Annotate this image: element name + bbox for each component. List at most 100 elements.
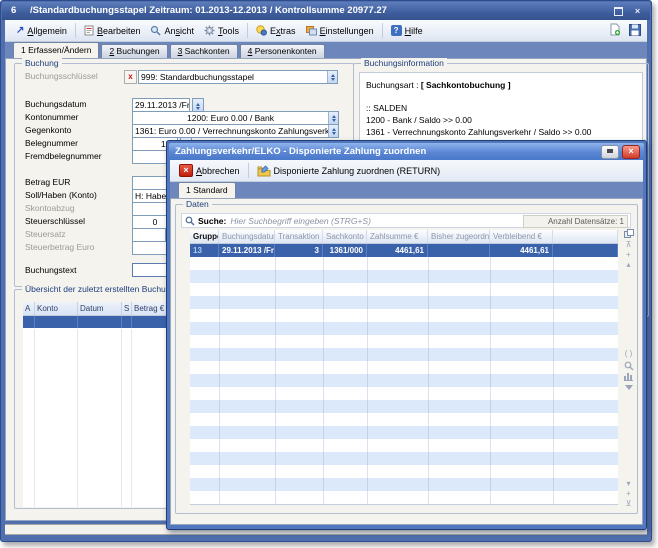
main-titlebar: 6 /Standardbuchungsstapel Zeitraum: 01.2… xyxy=(2,2,650,20)
payments-table-body[interactable] xyxy=(190,257,618,505)
tab-sachkonten[interactable]: 3 Sachkonten xyxy=(170,44,238,58)
label-steuerbetrag: Steuerbetrag Euro xyxy=(25,242,94,252)
daten-group: Daten Suche: Hier Suchbegriff eingeben (… xyxy=(175,204,638,514)
scroll-down-icon[interactable]: ▾ xyxy=(622,479,635,488)
label-gegenkonto: Gegenkonto xyxy=(25,125,71,135)
gegenkonto-select[interactable]: 1361: Euro 0.00 / Verrechnungskonto Zahl… xyxy=(132,124,339,138)
payments-table-header: Gruppe Buchungsdatum Transaktion Sachkon… xyxy=(190,230,618,244)
search-label: Suche: xyxy=(198,216,226,226)
search-placeholder: Hier Suchbegriff eingeben (STRG+S) xyxy=(230,216,371,226)
dialog-window: Zahlungsverkehr/ELKO - Disponierte Zahlu… xyxy=(166,140,647,530)
spinner-icon[interactable] xyxy=(327,71,337,83)
group-title: Daten xyxy=(183,199,212,209)
clear-icon[interactable]: x xyxy=(124,70,137,84)
col-konto[interactable]: Konto xyxy=(35,302,78,315)
col-gruppe[interactable]: Gruppe xyxy=(190,230,219,243)
search-bar[interactable]: Suche: Hier Suchbegriff eingeben (STRG+S… xyxy=(181,213,631,228)
help-icon: ? xyxy=(391,25,402,36)
label-buchungsdatum: Buchungsdatum xyxy=(25,99,86,109)
label-skontoabzug: Skontoabzug xyxy=(25,203,75,213)
main-menubar: ↗ Allgemein Bearbeiten Ansicht Tools Ext… xyxy=(5,20,647,42)
col-a[interactable]: A xyxy=(23,302,35,315)
dialog-close-icon[interactable]: × xyxy=(622,145,640,159)
col-zahlsumme[interactable]: Zahlsumme € xyxy=(367,230,428,243)
label-buchungsschluessel: Buchungsschlüssel xyxy=(25,71,98,81)
col-s[interactable]: S xyxy=(122,302,132,315)
brackets-icon[interactable]: ( ) xyxy=(622,349,635,358)
payments-table: Gruppe Buchungsdatum Transaktion Sachkon… xyxy=(190,230,618,505)
filter-icon[interactable] xyxy=(622,383,635,392)
screen: 6 /Standardbuchungsstapel Zeitraum: 01.2… xyxy=(0,0,658,548)
label-kontonummer: Kontonummer xyxy=(25,112,78,122)
assign-payment-button[interactable]: Disponierte Zahlung zuordnen (RETURN) xyxy=(252,163,446,179)
toolbar-separator xyxy=(382,23,383,38)
col-datum[interactable]: Datum xyxy=(78,302,122,315)
abort-icon: × xyxy=(179,164,193,177)
extras-icon xyxy=(256,25,267,36)
label-buchungstext: Buchungstext xyxy=(25,265,77,275)
assign-icon xyxy=(257,165,271,177)
shade-icon[interactable] xyxy=(601,145,619,159)
spinner-icon[interactable] xyxy=(328,125,338,137)
toolbar-separator xyxy=(75,23,76,38)
col-verbleibend[interactable]: Verbleibend € xyxy=(490,230,553,243)
menu-item-allgemein[interactable]: ↗ Allgemein xyxy=(11,24,72,38)
dialog-tabstrip: 1 Standard xyxy=(170,182,643,198)
arrow-ne-icon: ↗ xyxy=(16,26,24,36)
menu-item-einstellungen[interactable]: Einstellungen xyxy=(301,23,379,38)
new-document-icon[interactable] xyxy=(609,23,621,36)
cell-gruppe: 13 xyxy=(190,244,219,257)
menu-item-hilfe[interactable]: ? Hilfe xyxy=(386,23,428,38)
group-title: Buchung xyxy=(22,58,62,68)
main-tabstrip: 1 Erfassen/Ändern 2 Buchungen 3 Sachkont… xyxy=(5,42,647,58)
col-sachkonto[interactable]: Sachkonto xyxy=(323,230,367,243)
steuersatz-input[interactable] xyxy=(132,228,166,242)
buchungsdatum-input[interactable]: 29.11.2013 /Fr xyxy=(132,98,190,112)
record-count: Anzahl Datensätze: 1 xyxy=(523,215,628,228)
col-transaktion[interactable]: Transaktion xyxy=(275,230,323,243)
label-belegnummer: Belegnummer xyxy=(25,138,78,148)
chart-icon[interactable] xyxy=(622,372,635,383)
tab-personenkonten[interactable]: 4 Personenkonten xyxy=(240,44,325,58)
label-fremdbelegnummer: Fremdbelegnummer xyxy=(25,151,102,161)
cell-buchungsdatum: 29.11.2013 /Fr xyxy=(219,244,275,257)
scroll-top-icon[interactable]: ⊼ xyxy=(622,240,635,249)
search-icon xyxy=(185,216,195,226)
abort-button[interactable]: × Abbrechen xyxy=(174,162,245,179)
col-buchungsdatum[interactable]: Buchungsdatum xyxy=(219,230,275,243)
close-icon[interactable]: × xyxy=(631,5,644,17)
assign-payment-label: Disponierte Zahlung zuordnen (RETURN) xyxy=(274,166,441,176)
cell-zahlsumme: 4461,61 xyxy=(367,244,428,257)
restore-icon[interactable] xyxy=(612,5,625,17)
scroll-page-up-icon[interactable]: + xyxy=(622,250,635,259)
buchungsschluessel-select[interactable]: 999: Standardbuchungsstapel xyxy=(138,70,338,84)
save-icon[interactable] xyxy=(629,24,641,36)
kontonummer-select[interactable]: 1200: Euro 0.00 / Bank xyxy=(132,111,339,125)
cell-sachkonto: 1361/000 xyxy=(323,244,367,257)
label-soll-haben: Soll/Haben (Konto) xyxy=(25,190,97,200)
tab-standard[interactable]: 1 Standard xyxy=(178,182,236,198)
menu-item-tools[interactable]: Tools xyxy=(199,23,244,38)
label-betrag-eur: Betrag EUR xyxy=(25,177,70,187)
gear-icon xyxy=(204,25,215,36)
menu-item-extras[interactable]: Extras xyxy=(251,23,301,38)
menu-item-ansicht[interactable]: Ansicht xyxy=(145,23,199,38)
dialog-body: Daten Suche: Hier Suchbegriff eingeben (… xyxy=(170,198,643,525)
scroll-page-down-icon[interactable]: + xyxy=(622,489,635,498)
export-icon[interactable] xyxy=(622,229,635,240)
settings-icon xyxy=(306,25,317,36)
col-bisher-zugeordnet[interactable]: Bisher zugeordnet xyxy=(428,230,490,243)
scroll-up-icon[interactable]: ▴ xyxy=(622,260,635,269)
page-title: /Standardbuchungsstapel Zeitraum: 01.201… xyxy=(30,2,387,20)
cell-transaktion: 3 xyxy=(275,244,323,257)
payment-row-selected[interactable]: 13 29.11.2013 /Fr 3 1361/000 4461,61 446… xyxy=(190,244,618,257)
tab-buchungen[interactable]: 2 Buchungen xyxy=(101,44,167,58)
magnifier-icon xyxy=(150,25,161,36)
cell-bisher xyxy=(428,244,490,257)
tab-erfassen-aendern[interactable]: 1 Erfassen/Ändern xyxy=(13,42,99,58)
dialog-titlebar: Zahlungsverkehr/ELKO - Disponierte Zahlu… xyxy=(169,143,644,160)
menu-item-bearbeiten[interactable]: Bearbeiten xyxy=(79,23,146,38)
spinner-icon[interactable] xyxy=(328,112,338,124)
scroll-bottom-icon[interactable]: ⊻ xyxy=(622,499,635,508)
toolbar-separator xyxy=(247,23,248,38)
